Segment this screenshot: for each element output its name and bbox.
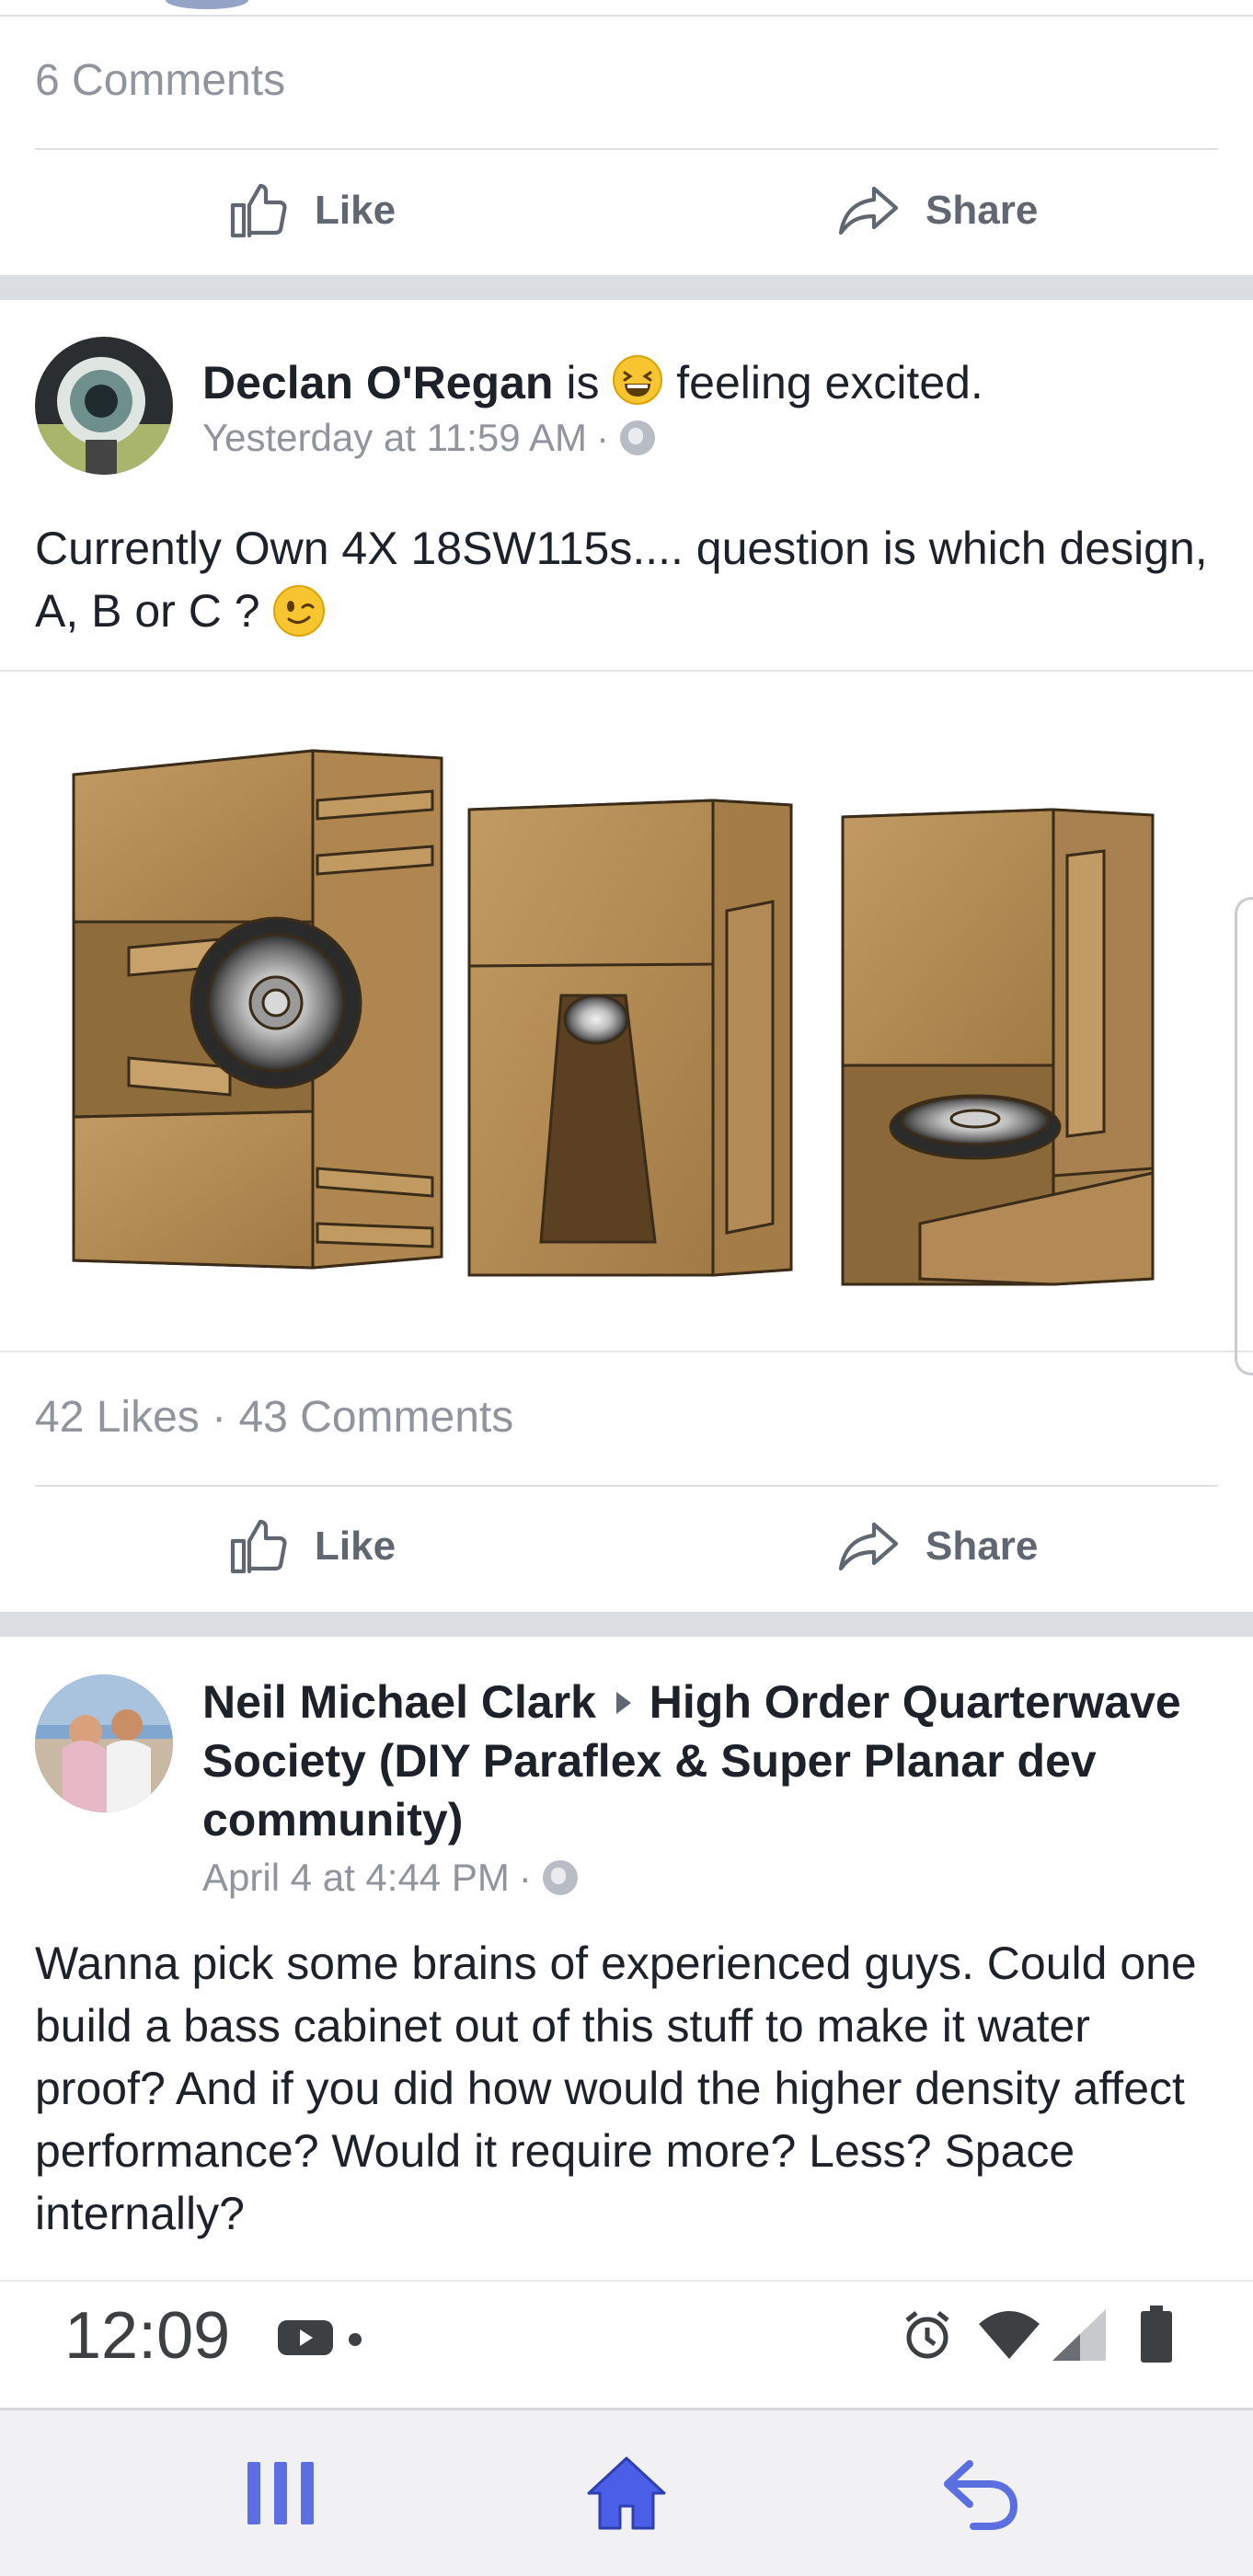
navigation-bar: [0, 2408, 1253, 2576]
activity-text: feeling excited.: [676, 357, 983, 408]
signal-icon: [1049, 2307, 1109, 2367]
avatar-image: [35, 1674, 173, 1812]
wifi-icon: [977, 2309, 1041, 2365]
design-b: [467, 799, 793, 1277]
share-label: Share: [925, 188, 1039, 233]
back-icon: [944, 2460, 1018, 2530]
share-arrow-icon: [838, 1522, 899, 1571]
status-time: 12:09: [64, 2299, 231, 2373]
author-name[interactable]: Neil Michael Clark: [202, 1676, 596, 1728]
design-c: [841, 808, 1155, 1286]
previous-avatar-edge: [166, 0, 248, 9]
status-bar: 12:09: [0, 2280, 1253, 2390]
previous-post-counts[interactable]: 6 Comments: [35, 55, 285, 106]
share-arrow-icon: [838, 186, 899, 236]
post-counts[interactable]: 42 Likes · 43 Comments: [35, 1392, 513, 1443]
meta-separator: ·: [518, 1856, 532, 1899]
scroll-indicator[interactable]: [1235, 897, 1253, 1375]
globe-icon: [619, 420, 655, 455]
share-button[interactable]: Share: [835, 1513, 1038, 1580]
divider: [35, 148, 1218, 150]
excited-emoji-icon: [612, 354, 663, 406]
timestamp[interactable]: Yesterday at 11:59 AM: [202, 416, 587, 460]
post-meta: Yesterday at 11:59 AM ·: [202, 416, 655, 460]
cabinet-designs-image: [72, 749, 1155, 1286]
battery-icon: [1139, 2306, 1174, 2369]
like-button[interactable]: Like: [224, 1513, 396, 1580]
author-name[interactable]: Declan O'Regan: [202, 357, 553, 408]
verb: is: [566, 357, 600, 408]
share-button[interactable]: Share: [835, 178, 1038, 244]
post-text: Wanna pick some brains of experienced gu…: [35, 1938, 1197, 2239]
alarm-icon: [900, 2307, 955, 2367]
more-notifications-icon: [348, 2332, 362, 2352]
avatar[interactable]: [35, 1674, 173, 1812]
globe-icon: [542, 1860, 578, 1895]
timestamp[interactable]: April 4 at 4:44 PM: [202, 1856, 510, 1900]
wink-emoji-icon: [272, 584, 326, 638]
meta-separator: ·: [595, 416, 609, 459]
post-photo[interactable]: [0, 670, 1253, 1352]
like-button[interactable]: Like: [224, 178, 396, 244]
post-header: Declan O'Regan is feeling excited.: [202, 353, 1224, 412]
post-text-body: Currently Own 4X 18SW115s.... question i…: [35, 523, 1208, 637]
post-header: Neil Michael Clark High Order Quarterwav…: [202, 1673, 1224, 1849]
post-meta: April 4 at 4:44 PM ·: [202, 1856, 578, 1900]
top-strip: [0, 0, 1253, 17]
caret-right-icon: [609, 1676, 637, 1714]
divider: [35, 1485, 1218, 1487]
home-icon: [587, 2456, 666, 2530]
design-a: [72, 749, 443, 1270]
post-text: Currently Own 4X 18SW115s.... question i…: [35, 517, 1222, 642]
avatar[interactable]: [35, 337, 173, 475]
recent-apps-icon: [247, 2462, 314, 2524]
avatar-image: [35, 337, 173, 475]
back-button[interactable]: [773, 2410, 1190, 2576]
like-label: Like: [315, 1524, 397, 1569]
post-separator: [0, 275, 1253, 300]
thumbs-up-icon: [230, 183, 287, 238]
post-separator: [0, 1612, 1253, 1637]
like-label: Like: [315, 188, 397, 233]
thumbs-up-icon: [230, 1519, 287, 1574]
share-label: Share: [925, 1524, 1039, 1569]
youtube-notification-icon: [276, 2317, 335, 2363]
